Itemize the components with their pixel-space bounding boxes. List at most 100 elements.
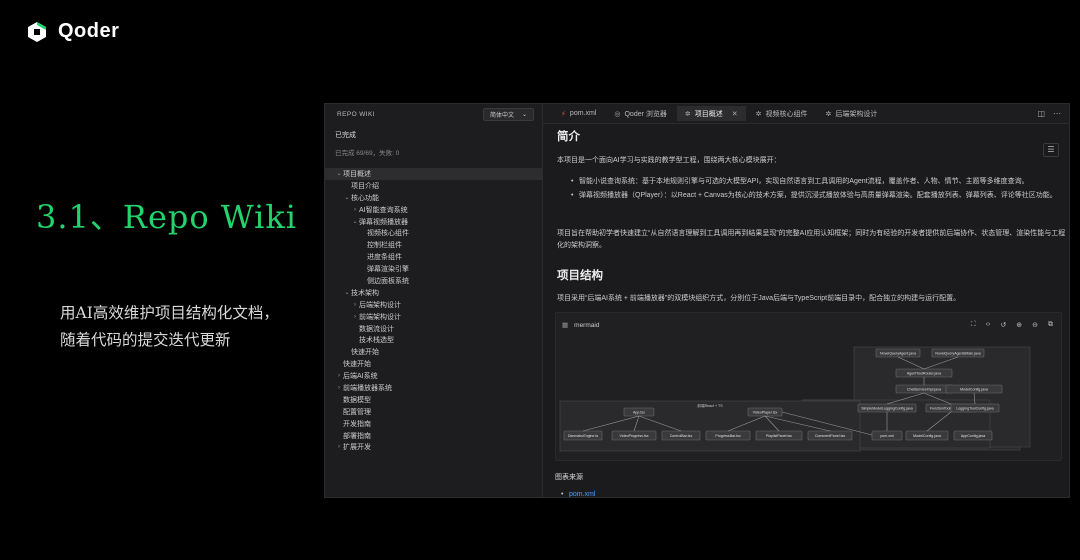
status-text: 已完成 <box>335 132 356 139</box>
tree-item[interactable]: ⌄ 核心功能 <box>325 192 542 204</box>
chevron-right-icon[interactable]: › <box>335 385 343 391</box>
tab-label: Qoder 浏览器 <box>624 110 667 118</box>
chevron-right-icon[interactable]: › <box>351 207 359 213</box>
tree-item[interactable]: 快速开始 <box>325 358 542 370</box>
editor-tab[interactable]: ✲ 项目概述 ✕ <box>676 106 746 121</box>
tree-item-label: 前端播放器系统 <box>343 384 392 392</box>
qoder-logo-icon <box>26 21 48 43</box>
editor-tab[interactable]: ⚡ pom.xml <box>553 106 604 121</box>
chevron-down-icon[interactable]: ⌄ <box>343 194 351 201</box>
tree-item-label: 后端AI系统 <box>343 373 378 381</box>
generation-status: 已完成 已完成 69/69，失败: 0 <box>325 124 542 157</box>
chevron-down-icon[interactable]: ⌄ <box>335 170 343 177</box>
diagram-node-label: pom.xml <box>880 434 894 438</box>
tree-item-label: 扩展开发 <box>343 444 371 452</box>
language-select-value: 简体中文 <box>489 112 514 119</box>
tree-item-label: 技术架构 <box>351 289 379 297</box>
tree-item[interactable]: 进度条组件 <box>325 251 542 263</box>
diagram-node-label: SimpleModelLoggingConfig.java <box>861 407 913 411</box>
tree-item-label: 部署指南 <box>343 432 371 440</box>
diagram-node-label: VideoPlayer.tsx <box>753 411 778 415</box>
toc-button[interactable]: ☰ <box>1043 143 1059 157</box>
tree-item-label: 快速开始 <box>343 361 371 369</box>
tab-actions: ◫ ⋯ <box>1037 109 1069 118</box>
tree-item-label: 项目概述 <box>343 170 371 178</box>
diagram-group <box>559 400 861 452</box>
tree-item-label: 弹幕渲染引擎 <box>367 266 409 274</box>
sidebar-title: REPO WIKI <box>337 110 375 118</box>
tree-item[interactable]: › 扩展开发 <box>325 441 542 453</box>
tree-item[interactable]: 侧边面板系统 <box>325 275 542 287</box>
editor-area: ⚡ pom.xml ◎ Qoder 浏览器 ✲ 项目概述 ✕ ✲ 视频核心组件 ✲ 后端架构设计 ◫ ⋯… <box>543 104 1069 497</box>
tree-item[interactable]: 弹幕渲染引擎 <box>325 263 542 275</box>
diagram-node-label: ControlBar.tsx <box>670 434 693 438</box>
diagram-node-label: AgentToolRouter.java <box>907 372 941 376</box>
tree-item-label: 前端架构设计 <box>359 313 401 321</box>
tree-item[interactable]: › 后端AI系统 <box>325 370 542 382</box>
tree-item[interactable]: › 前端架构设计 <box>325 311 542 323</box>
heading-intro: 简介 <box>557 131 580 143</box>
tree-item[interactable]: ⌄ 技术架构 <box>325 287 542 299</box>
wiki-icon: ✲ <box>825 110 832 118</box>
tab-label: 后端架构设计 <box>835 110 878 118</box>
diagram-canvas: 外部组件后端Java前端React + TSNovelQueryAgent.ja… <box>559 346 1031 452</box>
xml-file-icon: ⚡ <box>561 110 566 118</box>
chevron-right-icon[interactable]: › <box>351 314 359 320</box>
list-item: 智能小说查询系统：基于本地规则引擎与可选的大模型API，实现自然语言到工具调用的… <box>571 176 1069 188</box>
tree-item-label: 开发指南 <box>343 420 371 428</box>
diagram-node-label: ModelConfig.java <box>960 388 988 392</box>
source-link-pom[interactable]: pom.xml <box>561 491 596 497</box>
diagram-node-label: App.tsx <box>633 411 645 415</box>
tab-label: 项目概述 <box>694 110 723 118</box>
tree-item-label: 数据模型 <box>343 396 371 404</box>
chevron-right-icon[interactable]: › <box>335 373 343 379</box>
ide-window: REPO WIKI 简体中文 ⌄ 已完成 已完成 69/69，失败: 0 ⌄ 项目… <box>324 103 1070 498</box>
list-item: 弹幕视频播放器（QPlayer）：以React + Canvas为核心的技术方案… <box>571 190 1069 202</box>
diagram-node-label: ProgressBar.tsx <box>715 434 741 438</box>
editor-tab[interactable]: ✲ 后端架构设计 <box>818 106 886 121</box>
split-editor-icon[interactable]: ◫ <box>1037 109 1045 118</box>
tree-item[interactable]: 部署指南 <box>325 430 542 442</box>
language-select[interactable]: 简体中文 ⌄ <box>482 107 534 121</box>
chevron-down-icon[interactable]: ⌄ <box>351 218 359 225</box>
tree-item[interactable]: 开发指南 <box>325 418 542 430</box>
heading-structure: 项目结构 <box>557 270 603 282</box>
tree-item[interactable]: 技术栈选型 <box>325 334 542 346</box>
chevron-down-icon[interactable]: ⌄ <box>343 289 351 296</box>
browser-icon: ◎ <box>614 110 621 118</box>
tree-item[interactable]: › 前端播放器系统 <box>325 382 542 394</box>
chevron-right-icon[interactable]: › <box>351 302 359 308</box>
diagram-node-label: LoggingToolConfig.java <box>956 407 993 411</box>
editor-tab[interactable]: ✲ 视频核心组件 <box>748 106 816 121</box>
tree-item[interactable]: 视频核心组件 <box>325 227 542 239</box>
chevron-down-icon: ⌄ <box>521 111 527 118</box>
feature-list: 智能小说查询系统：基于本地规则引擎与可选的大模型API，实现自然语言到工具调用的… <box>571 176 1069 204</box>
diagram-node-label: NovelQueryAgentsMain.java <box>935 352 981 356</box>
chevron-right-icon[interactable]: › <box>335 444 343 450</box>
diagram-node-label: ModelConfig.java <box>913 434 941 438</box>
tree-item[interactable]: ⌄ 项目概述 <box>325 168 542 180</box>
tree-item[interactable]: 项目介绍 <box>325 180 542 192</box>
tree-item[interactable]: ⌄ 弹幕视频播放器 <box>325 216 542 228</box>
editor-tab[interactable]: ◎ Qoder 浏览器 <box>606 106 675 121</box>
tree-item[interactable]: 控制栏组件 <box>325 239 542 251</box>
tree-item-label: 后端架构设计 <box>359 301 401 309</box>
qoder-logo: Qoder <box>26 20 119 43</box>
more-icon[interactable]: ⋯ <box>1053 109 1061 118</box>
tree-item[interactable]: 数据模型 <box>325 394 542 406</box>
tree-item-label: 技术栈选型 <box>359 337 394 345</box>
diagram-node-label: NovelQueryAgent.java <box>880 352 916 356</box>
tree-item[interactable]: › 后端架构设计 <box>325 299 542 311</box>
diagram-node-label: DanmakuEngine.ts <box>568 434 599 438</box>
tree-item-label: 弹幕视频播放器 <box>359 218 408 226</box>
tree-item[interactable]: 快速开始 <box>325 346 542 358</box>
wiki-icon: ✲ <box>755 110 762 118</box>
slide-desc-line-2: 随着代码的提交迭代更新 <box>60 331 231 349</box>
wiki-tree: ⌄ 项目概述 项目介绍 ⌄ 核心功能 › AI智能查询系统 ⌄ 弹幕视频播放器 视频核心组件 控制栏… <box>325 168 542 453</box>
close-icon[interactable]: ✕ <box>732 110 738 118</box>
tree-item-label: 视频核心组件 <box>367 230 409 238</box>
tree-item[interactable]: 数据流设计 <box>325 323 542 335</box>
tree-item[interactable]: 配置管理 <box>325 406 542 418</box>
tree-item[interactable]: › AI智能查询系统 <box>325 204 542 216</box>
list-icon: ☰ <box>1047 145 1055 154</box>
